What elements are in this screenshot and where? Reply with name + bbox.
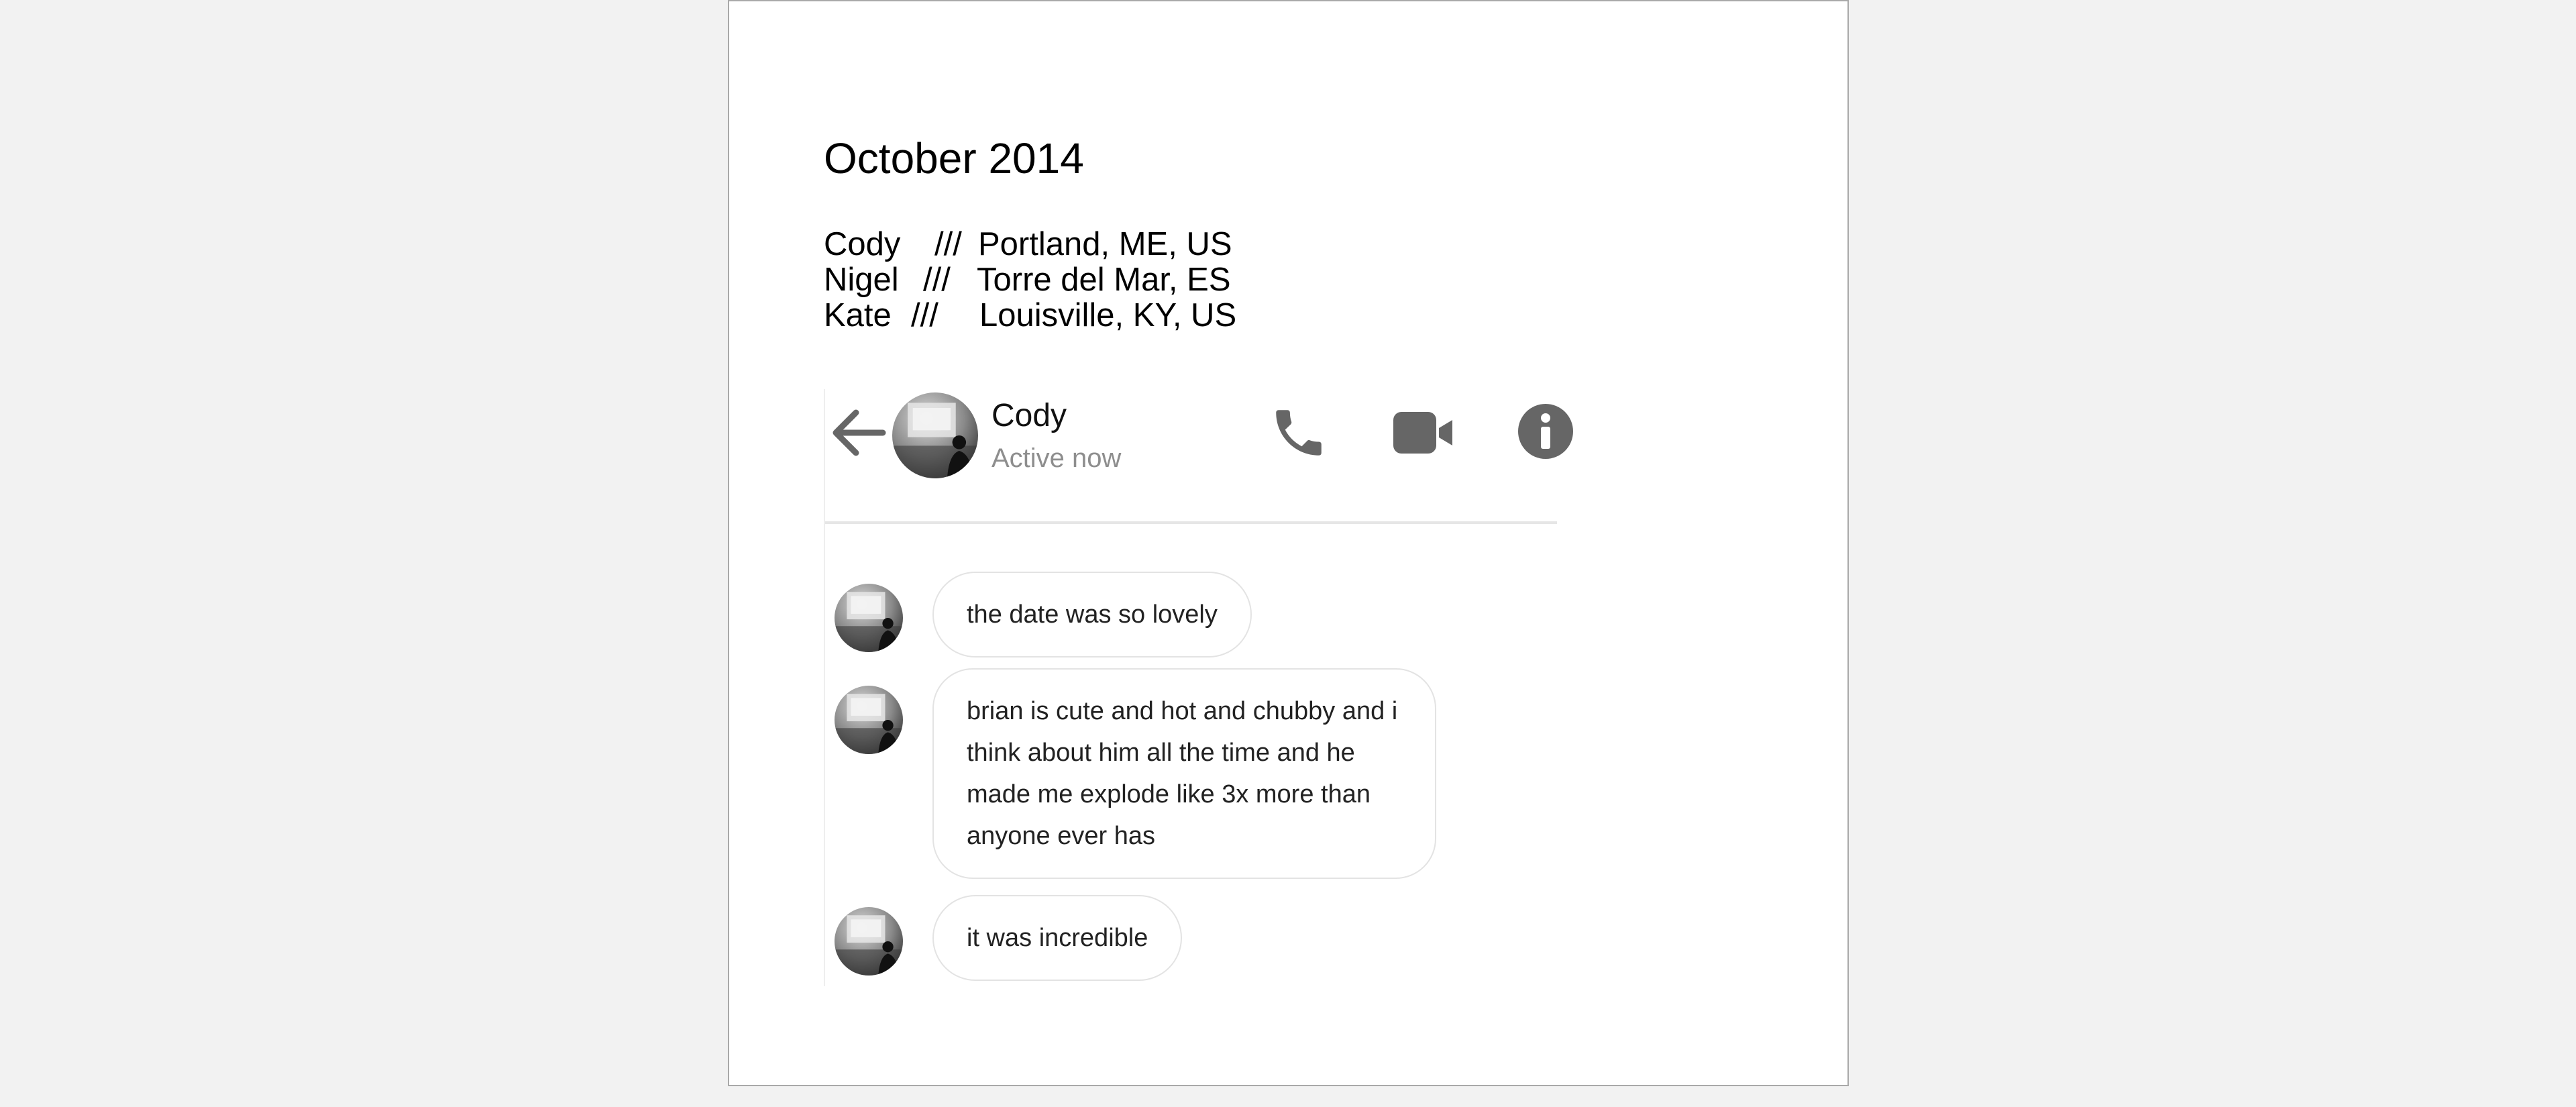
chat-header: Cody Active now: [825, 389, 1573, 524]
participant-location: Louisville, KY, US: [979, 297, 1237, 333]
video-camera-icon: [1393, 412, 1452, 454]
contact-avatar[interactable]: [892, 392, 978, 478]
info-icon: [1518, 404, 1573, 459]
sender-avatar: [835, 686, 903, 754]
message-bubble[interactable]: it was incredible: [932, 895, 1183, 981]
participant-name: Kate: [824, 297, 892, 333]
call-button[interactable]: [1269, 403, 1329, 463]
participant-location: Torre del Mar, ES: [977, 262, 1231, 298]
sender-avatar: [835, 907, 903, 976]
info-button[interactable]: [1515, 401, 1576, 462]
video-call-button[interactable]: [1391, 403, 1455, 463]
back-button[interactable]: [828, 403, 888, 463]
message-bubble[interactable]: the date was so lovely: [932, 572, 1252, 657]
document-page: October 2014 Cody /// Portland, ME, US N…: [728, 0, 1849, 1086]
sender-avatar: [835, 584, 903, 652]
contact-status: Active now: [991, 443, 1122, 473]
participant-name: Cody: [824, 226, 901, 262]
document-heading: October 2014: [824, 134, 1084, 182]
message-bubble[interactable]: brian is cute and hot and chubby and i t…: [932, 668, 1436, 879]
participant-location: Portland, ME, US: [978, 226, 1232, 262]
participant-name: Nigel: [824, 262, 899, 298]
chat-screenshot: Cody Active now the date was so lovely b…: [824, 389, 1573, 986]
participant-separator: ///: [923, 262, 951, 298]
participant-separator: ///: [911, 297, 938, 333]
phone-icon: [1276, 410, 1322, 456]
participant-separator: ///: [934, 226, 962, 262]
arrow-left-icon: [833, 409, 886, 456]
contact-name[interactable]: Cody: [991, 397, 1067, 435]
